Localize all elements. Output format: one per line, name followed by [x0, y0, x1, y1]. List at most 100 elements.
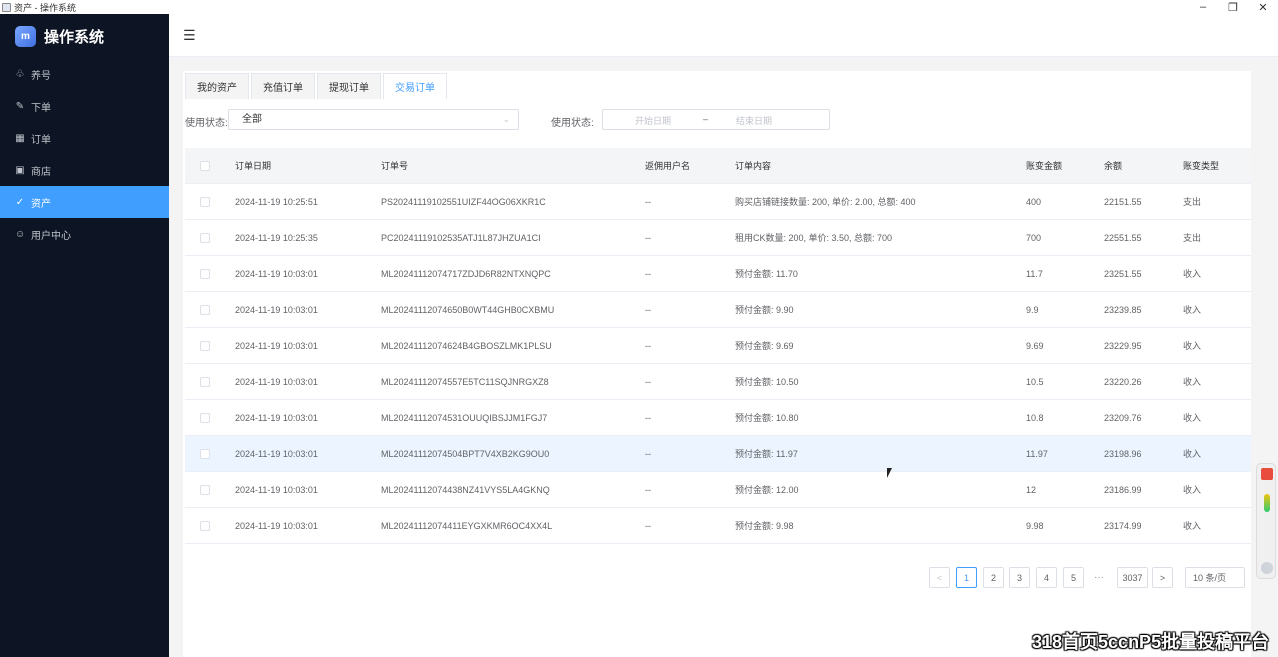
sidebar-item-raise-accounts[interactable]: ♧ 养号 [0, 58, 169, 90]
cell-type: 支出 [1183, 233, 1202, 243]
prev-page-button[interactable]: < [929, 567, 950, 588]
sidebar-item-orders[interactable]: ▦ 订单 [0, 122, 169, 154]
users-icon: ♧ [15, 68, 25, 80]
table-row[interactable]: 2024-11-19 10:03:01 ML20241112074624B4GBO… [185, 328, 1251, 364]
start-date-input[interactable]: 开始日期 [635, 114, 671, 127]
tab-recharge-orders[interactable]: 充值订单 [251, 73, 315, 99]
window-title: 资产 - 操作系统 [14, 2, 76, 13]
cell-balance: 23220.26 [1104, 377, 1142, 387]
cell-type: 收入 [1183, 449, 1202, 459]
sidebar-item-assets[interactable]: ✓ 资产 [0, 186, 169, 218]
grid-icon: ▦ [15, 132, 25, 144]
content-panel: 我的资产 充值订单 提现订单 交易订单 使用状态: 全部 ⌄ 使用状态: 开始日… [183, 71, 1251, 657]
cell-date: 2024-11-19 10:03:01 [235, 269, 318, 279]
sidebar-item-store[interactable]: ▣ 商店 [0, 154, 169, 186]
brand-logo-icon: m [15, 25, 36, 47]
sidebar-item-place-order[interactable]: ✎ 下单 [0, 90, 169, 122]
tab-trade-orders[interactable]: 交易订单 [383, 73, 447, 99]
row-checkbox[interactable] [200, 305, 210, 315]
row-checkbox[interactable] [200, 341, 210, 351]
cell-amount: 10.5 [1026, 377, 1044, 387]
traffic-light-icon[interactable] [1264, 494, 1270, 512]
check-circle-icon: ✓ [15, 196, 25, 208]
cell-amount: 9.98 [1026, 521, 1044, 531]
floating-toolbar [1256, 463, 1276, 579]
maximize-button[interactable]: ❐ [1218, 0, 1248, 14]
cell-type: 收入 [1183, 341, 1202, 351]
row-checkbox[interactable] [200, 377, 210, 387]
end-date-input[interactable]: 结束日期 [736, 114, 772, 127]
row-checkbox[interactable] [200, 197, 210, 207]
cell-date: 2024-11-19 10:03:01 [235, 341, 318, 351]
window-controls: – ❐ ✕ [1188, 0, 1278, 14]
cell-order-no: ML20241112074650B0WT44GHB0CXBMU [381, 305, 555, 315]
column-header-rebate-user: 返佣用户名 [645, 161, 691, 171]
cell-date: 2024-11-19 10:25:51 [235, 197, 318, 207]
close-button[interactable]: ✕ [1248, 0, 1278, 14]
cell-type: 收入 [1183, 485, 1202, 495]
status-select[interactable]: 全部 ⌄ [228, 109, 519, 130]
row-checkbox[interactable] [200, 485, 210, 495]
shield-icon[interactable] [1261, 468, 1273, 480]
table-row[interactable]: 2024-11-19 10:25:51 PS20241119102551UIZF4… [185, 184, 1251, 220]
cell-type: 收入 [1183, 413, 1202, 423]
next-page-button[interactable]: > [1152, 567, 1173, 588]
gear-icon[interactable] [1261, 562, 1273, 574]
cell-order-no: PC20241119102535ATJ1L87JHZUA1CI [381, 233, 541, 243]
cell-balance: 23186.99 [1104, 485, 1142, 495]
cell-amount: 11.7 [1026, 269, 1043, 279]
row-checkbox[interactable] [200, 449, 210, 459]
column-header-order-no: 订单号 [381, 161, 409, 171]
page-ellipsis[interactable]: ··· [1094, 567, 1104, 588]
cell-balance: 23251.55 [1104, 269, 1142, 279]
page-button-4[interactable]: 4 [1036, 567, 1057, 588]
cell-rebate-user: -- [645, 269, 651, 279]
sidebar-item-label: 养号 [31, 70, 51, 82]
column-header-amount: 账变金额 [1026, 161, 1063, 171]
table-row[interactable]: 2024-11-19 10:03:01 ML20241112074411EYGXK… [185, 508, 1251, 544]
table-row[interactable]: 2024-11-19 10:03:01 ML20241112074650B0WT4… [185, 292, 1251, 328]
sidebar-item-label: 商店 [31, 166, 51, 178]
menu-collapse-icon[interactable]: ☰ [183, 28, 196, 42]
date-filter-label: 使用状态: [551, 118, 594, 129]
column-header-type: 账变类型 [1183, 161, 1220, 171]
page-button-5[interactable]: 5 [1063, 567, 1084, 588]
table-row[interactable]: 2024-11-19 10:25:35 PC20241119102535ATJ1L… [185, 220, 1251, 256]
sidebar: m 操作系统 ♧ 养号 ✎ 下单 ▦ 订单 ▣ 商店 ✓ 资产 ☺ 用户中心 [0, 14, 169, 657]
cell-date: 2024-11-19 10:03:01 [235, 305, 318, 315]
page-button-2[interactable]: 2 [983, 567, 1004, 588]
cell-rebate-user: -- [645, 233, 651, 243]
table-row[interactable]: 2024-11-19 10:03:01 ML20241112074504BPT7V… [185, 436, 1251, 472]
cell-order-no: ML20241112074411EYGXKMR6OC4XX4L [381, 521, 553, 531]
select-all-checkbox[interactable] [200, 161, 210, 171]
cell-order-no: ML20241112074531OUUQIBSJJM1FGJ7 [381, 413, 548, 423]
tab-withdraw-orders[interactable]: 提现订单 [317, 73, 381, 99]
mouse-cursor-icon [887, 468, 892, 478]
minimize-button[interactable]: – [1188, 0, 1218, 14]
cell-order-no: ML20241112074557E5TC11SQJNRGXZ8 [381, 377, 549, 387]
sidebar-item-user-center[interactable]: ☺ 用户中心 [0, 218, 169, 250]
row-checkbox[interactable] [200, 521, 210, 531]
tab-my-assets[interactable]: 我的资产 [185, 73, 249, 99]
sidebar-item-label: 下单 [31, 102, 51, 114]
cell-balance: 23174.99 [1104, 521, 1142, 531]
page-button-last[interactable]: 3037 [1117, 567, 1148, 588]
page-size-select[interactable]: 10 条/页 [1185, 567, 1245, 588]
cell-content: 预付金额: 9.98 [735, 521, 794, 531]
table-row[interactable]: 2024-11-19 10:03:01 ML20241112074438NZ41V… [185, 472, 1251, 508]
cell-order-no: PS20241119102551UIZF44OG06XKR1C [381, 197, 546, 207]
date-range-picker[interactable]: 开始日期 – 结束日期 [602, 109, 830, 130]
cell-content: 预付金额: 11.97 [735, 449, 798, 459]
watermark: 318首页5ccnP5批量投稿平台 [1032, 632, 1270, 652]
page-button-3[interactable]: 3 [1009, 567, 1030, 588]
cell-content: 预付金额: 12.00 [735, 485, 799, 495]
table-row[interactable]: 2024-11-19 10:03:01 ML20241112074531OUUQI… [185, 400, 1251, 436]
table-row[interactable]: 2024-11-19 10:03:01 ML20241112074557E5TC1… [185, 364, 1251, 400]
table-row[interactable]: 2024-11-19 10:03:01 ML20241112074717ZDJD6… [185, 256, 1251, 292]
row-checkbox[interactable] [200, 233, 210, 243]
cell-amount: 700 [1026, 233, 1042, 243]
page-button-1[interactable]: 1 [956, 567, 977, 588]
row-checkbox[interactable] [200, 413, 210, 423]
user-icon: ☺ [15, 228, 26, 240]
row-checkbox[interactable] [200, 269, 210, 279]
